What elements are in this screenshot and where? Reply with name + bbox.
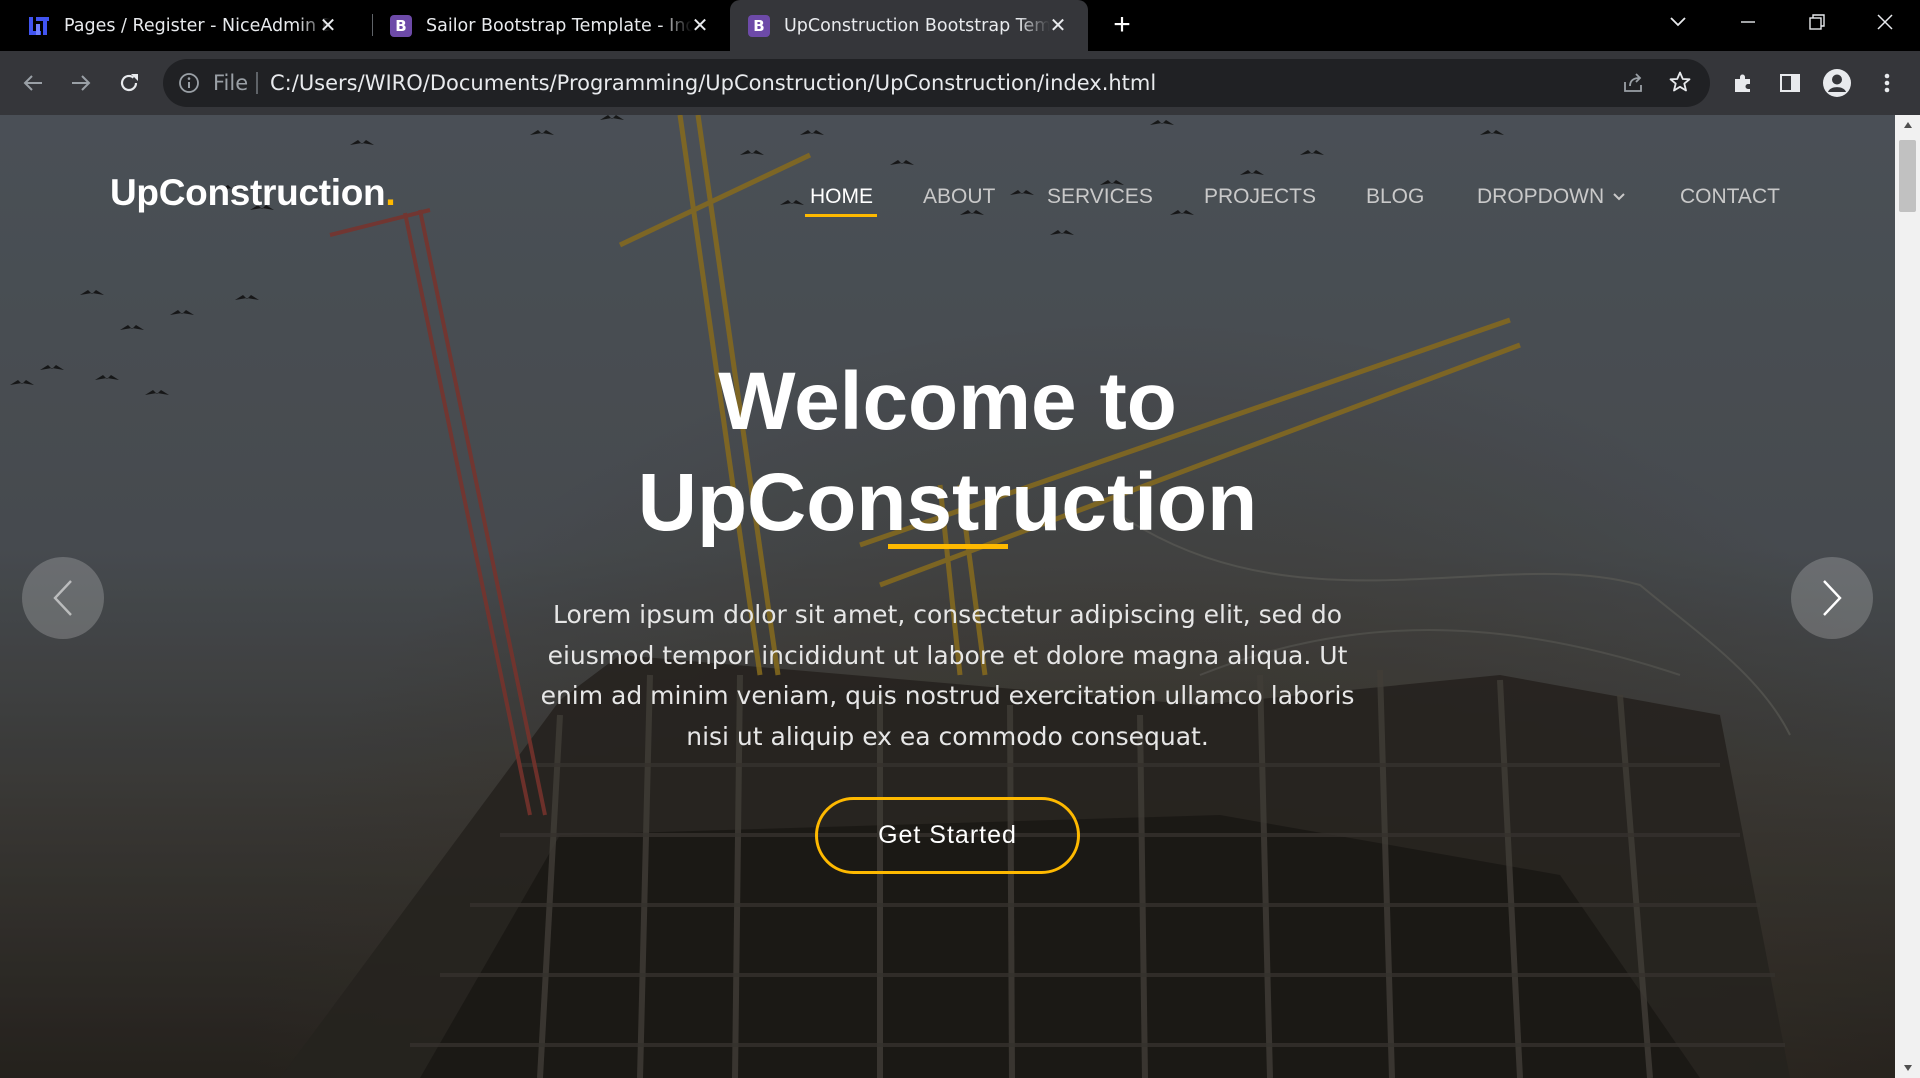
browser-tab-strip: Pages / Register - NiceAdmin Bootstrap T…: [0, 0, 1920, 51]
nav-services[interactable]: SERVICES: [1047, 179, 1153, 215]
close-window-icon[interactable]: [1850, 0, 1920, 44]
scroll-down-arrow-icon[interactable]: [1895, 1058, 1920, 1078]
side-panel-icon[interactable]: [1775, 68, 1805, 98]
hero-title-line2: UpConstruction: [637, 457, 1258, 548]
nav-active-indicator: [805, 214, 877, 217]
close-tab-icon[interactable]: ✕: [1048, 15, 1068, 35]
menu-kebab-icon[interactable]: [1872, 68, 1902, 98]
carousel-prev-button[interactable]: [22, 557, 104, 639]
chevron-left-icon: [53, 580, 72, 616]
tab-title: UpConstruction Bootstrap Template - Inde…: [784, 15, 1050, 36]
tab-title: Sailor Bootstrap Template - Index: [426, 15, 692, 36]
address-bar[interactable]: File C:/Users/WIRO/Documents/Programming…: [163, 59, 1710, 107]
bootstrap-favicon-icon: B: [748, 14, 770, 37]
omnibox-divider: [256, 72, 258, 94]
hero-lead-text: Lorem ipsum dolor sit amet, consectetur …: [540, 600, 1355, 751]
get-started-button[interactable]: Get Started: [815, 797, 1080, 874]
nav-contact[interactable]: CONTACT: [1680, 179, 1780, 215]
reload-icon[interactable]: [114, 68, 144, 98]
browser-toolbar: File C:/Users/WIRO/Documents/Programming…: [0, 51, 1920, 115]
url-text[interactable]: C:/Users/WIRO/Documents/Programming/UpCo…: [270, 59, 1156, 107]
nav-blog[interactable]: BLOG: [1366, 179, 1424, 215]
niceadmin-favicon-icon: [28, 15, 50, 37]
forward-icon[interactable]: [66, 68, 96, 98]
scroll-up-arrow-icon[interactable]: [1895, 115, 1920, 135]
close-tab-icon[interactable]: ✕: [690, 15, 710, 35]
close-tab-icon[interactable]: ✕: [318, 15, 338, 35]
minimize-icon[interactable]: [1713, 0, 1783, 44]
page-scrollbar[interactable]: [1895, 115, 1920, 1078]
carousel-next-button[interactable]: [1791, 557, 1873, 639]
browser-tab-active[interactable]: B UpConstruction Bootstrap Template - In…: [730, 0, 1088, 51]
tab-search-icon[interactable]: [1643, 0, 1713, 44]
nav-home[interactable]: HOME: [810, 179, 873, 215]
chevron-down-icon: [1613, 193, 1625, 201]
chevron-right-icon: [1823, 580, 1842, 616]
browser-tab[interactable]: B Sailor Bootstrap Template - Index ✕: [372, 0, 730, 51]
new-tab-icon[interactable]: +: [1106, 9, 1138, 41]
browser-tab[interactable]: Pages / Register - NiceAdmin Bootstrap T…: [0, 0, 358, 51]
extensions-puzzle-icon[interactable]: [1728, 68, 1758, 98]
scheme-label: File: [213, 71, 249, 95]
bootstrap-favicon-icon: B: [390, 14, 412, 37]
share-icon[interactable]: [1621, 71, 1645, 100]
nav-dropdown-label: DROPDOWN: [1477, 185, 1605, 208]
page-viewport: UpConstruction. HOME ABOUT SERVICES PROJ…: [0, 115, 1895, 1078]
main-nav: HOME ABOUT SERVICES PROJECTS BLOG DROPDO…: [0, 179, 1895, 219]
nav-projects[interactable]: PROJECTS: [1204, 179, 1316, 215]
scrollbar-thumb[interactable]: [1899, 140, 1916, 212]
tab-title: Pages / Register - NiceAdmin Bootstrap T…: [64, 15, 330, 36]
back-icon[interactable]: [18, 68, 48, 98]
profile-avatar-icon[interactable]: [1822, 68, 1852, 98]
info-icon[interactable]: [178, 72, 200, 99]
restore-icon[interactable]: [1782, 0, 1852, 44]
nav-about[interactable]: ABOUT: [923, 179, 995, 215]
bookmark-star-icon[interactable]: [1668, 70, 1692, 99]
hero-title-line1: Welcome to: [718, 356, 1177, 447]
hero-accent-bar: [888, 544, 1008, 549]
nav-dropdown[interactable]: DROPDOWN: [1477, 179, 1626, 215]
